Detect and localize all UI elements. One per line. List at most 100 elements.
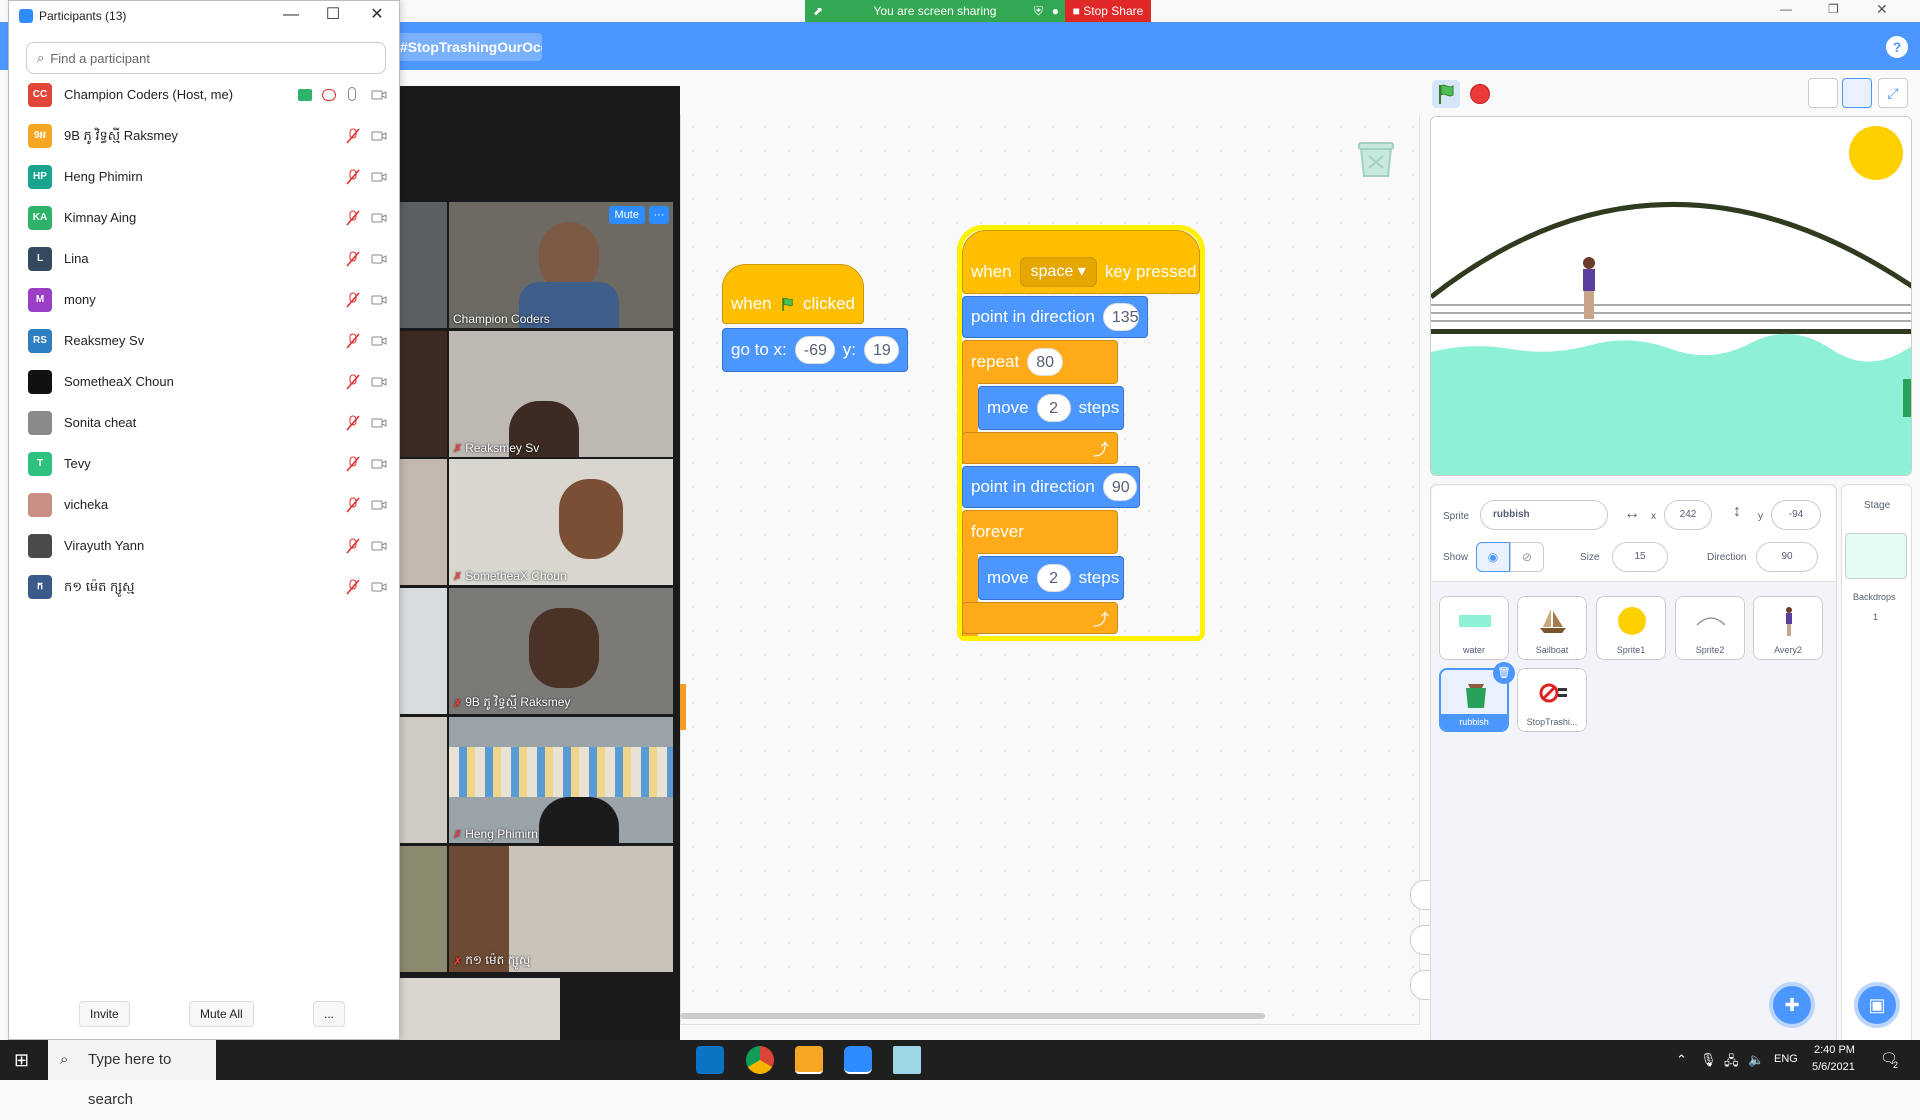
chrome-icon[interactable] [746,1046,774,1074]
video-camera-icon[interactable] [371,130,387,142]
sprite-tile-sprite2[interactable]: Sprite2 [1675,596,1745,660]
video-camera-icon[interactable] [371,171,387,183]
participant-row[interactable]: Sonita cheat [9,403,399,444]
direction-input-1[interactable]: 135 [1102,303,1139,331]
size-input[interactable]: 15 [1612,542,1668,572]
mic-muted-icon[interactable] [346,497,360,513]
participant-row[interactable]: 9អ 9B ភូ វិទ្ធស្មី Raksmey [9,116,399,157]
participant-row[interactable]: Mmony [9,280,399,321]
sprite-tile-water[interactable]: water [1439,596,1509,660]
show-visible-toggle[interactable]: ◉ [1476,542,1510,572]
forever-block[interactable]: forever [962,510,1118,554]
minimize-window-button[interactable]: — [279,5,303,27]
volume-icon[interactable]: 🔈 [1748,1052,1764,1068]
stage-canvas[interactable] [1430,116,1912,476]
repeat-count-input[interactable]: 80 [1027,348,1063,376]
stage-thumbnail[interactable] [1845,533,1907,579]
video-tile-reaksmey-sv[interactable]: ✗ Reaksmey Sv [449,331,673,457]
repeat-block[interactable]: repeat 80 [962,340,1118,384]
network-icon[interactable]: 🖧 [1724,1052,1739,1074]
video-camera-icon[interactable] [371,335,387,347]
close-window-button[interactable]: ✕ [365,5,389,27]
small-stage-button[interactable] [1808,78,1838,108]
mute-participant-button[interactable]: Mute [608,206,645,224]
code-horizontal-scrollbar[interactable] [680,1013,1265,1019]
participant-row[interactable]: SometheaX Choun [9,362,399,403]
video-camera-icon[interactable] [371,89,387,101]
choose-sprite-button[interactable]: ✚ [1769,982,1815,1028]
x-input[interactable]: 242 [1664,500,1712,530]
video-camera-icon[interactable] [371,417,387,429]
invite-button[interactable]: Invite [79,1001,130,1027]
video-camera-icon[interactable] [371,499,387,511]
steps-input-2[interactable]: 2 [1036,564,1071,592]
sprite-tile-sailboat[interactable]: Sailboat [1517,596,1587,660]
go-to-xy-block[interactable]: go to x: -69 y: 19 [722,328,908,372]
tray-chevron-icon[interactable]: ⌃ [1676,1052,1687,1068]
video-camera-icon[interactable] [371,458,387,470]
video-camera-icon[interactable] [371,581,387,593]
vscode-icon[interactable] [696,1046,724,1074]
mic-muted-icon[interactable] [346,333,360,349]
mic-muted-icon[interactable] [346,456,360,472]
scratch-app-icon[interactable] [795,1046,823,1074]
video-camera-icon[interactable] [371,376,387,388]
trash-can-icon[interactable] [1353,134,1399,180]
windows-start-icon[interactable]: ⊞ [14,1050,29,1071]
video-camera-icon[interactable] [371,253,387,265]
y-input[interactable]: -94 [1771,500,1821,530]
clock-date[interactable]: 5/6/2021 [1812,1061,1855,1073]
mic-muted-icon[interactable] [346,374,360,390]
stop-button[interactable] [1470,84,1490,104]
sprite-tile-sprite1[interactable]: Sprite1 [1596,596,1666,660]
video-camera-icon[interactable] [371,540,387,552]
sprite-tile-avery2[interactable]: Avery2 [1753,596,1823,660]
participant-row[interactable]: vicheka [9,485,399,526]
mic-muted-icon[interactable] [346,292,360,308]
participant-row[interactable]: KA Kimnay Aing [9,198,399,239]
zoom-reset-button[interactable] [1410,970,1432,1000]
video-camera-icon[interactable] [371,294,387,306]
project-title-input[interactable]: #StopTrashingOurOceans(... [392,33,542,61]
maximize-window-button[interactable]: ☐ [321,5,345,27]
participant-search-input[interactable]: ⌕ Find a participant [26,42,386,74]
mic-muted-icon[interactable] [346,210,360,226]
participant-row[interactable]: L Lina [9,239,399,280]
point-in-direction-block-1[interactable]: point in direction 135 [962,296,1148,338]
mic-muted-icon[interactable] [346,579,360,595]
show-hidden-toggle[interactable]: ⊘ [1510,542,1544,572]
green-flag-button[interactable] [1432,80,1460,108]
direction-input-2[interactable]: 90 [1102,473,1137,501]
goto-y-input[interactable]: 19 [864,336,899,364]
sprite-name-input[interactable]: rubbish [1480,500,1608,530]
mic-muted-icon[interactable] [346,251,360,267]
video-tile-k1-met[interactable]: ✗ ក១ ម៉េត ក្សូស្ម [449,846,673,972]
help-button[interactable]: ? [1886,36,1908,58]
participant-row[interactable]: Virayuth Yann [9,526,399,567]
sprite-tile-rubbish[interactable]: rubbish 🗑 [1439,662,1515,732]
delete-sprite-button[interactable]: 🗑 [1493,662,1515,684]
key-dropdown[interactable]: space ▾ [1019,256,1097,287]
participant-row[interactable]: ក ក១ ម៉េត ក្សូស្ម [9,567,399,608]
participant-row[interactable]: HP Heng Phimirn [9,157,399,198]
more-options-button[interactable]: ... [313,1001,346,1027]
goto-x-input[interactable]: -69 [794,336,835,364]
stop-share-button[interactable]: ■ Stop Share [1065,0,1151,22]
taskbar-search-box[interactable]: ⌕ Type here to search [48,1040,216,1108]
clock-time[interactable]: 2:40 PM [1814,1044,1855,1056]
zoom-out-button[interactable] [1410,925,1432,955]
point-in-direction-block-2[interactable]: point in direction 90 [962,466,1140,508]
mute-all-button[interactable]: Mute All [189,1001,254,1027]
fullscreen-button[interactable]: ⤢ [1878,78,1908,108]
notepad-icon[interactable] [893,1046,921,1074]
video-strip-handle[interactable] [680,684,686,730]
mic-tray-icon[interactable]: 🎙 [1700,1052,1717,1068]
participant-row[interactable]: CC Champion Coders (Host, me) [9,75,399,116]
move-steps-block-1[interactable]: move 2 steps [978,386,1124,430]
mic-muted-icon[interactable] [346,415,360,431]
video-tile-raksmey[interactable]: ✗ 9B ភូ វិទ្ធស្មី Raksmey [449,588,673,714]
zoom-in-button[interactable] [1410,880,1432,910]
direction-input[interactable]: 90 [1756,542,1818,572]
mic-muted-icon[interactable] [346,538,360,554]
when-flag-clicked-block[interactable]: when clicked [722,284,864,324]
